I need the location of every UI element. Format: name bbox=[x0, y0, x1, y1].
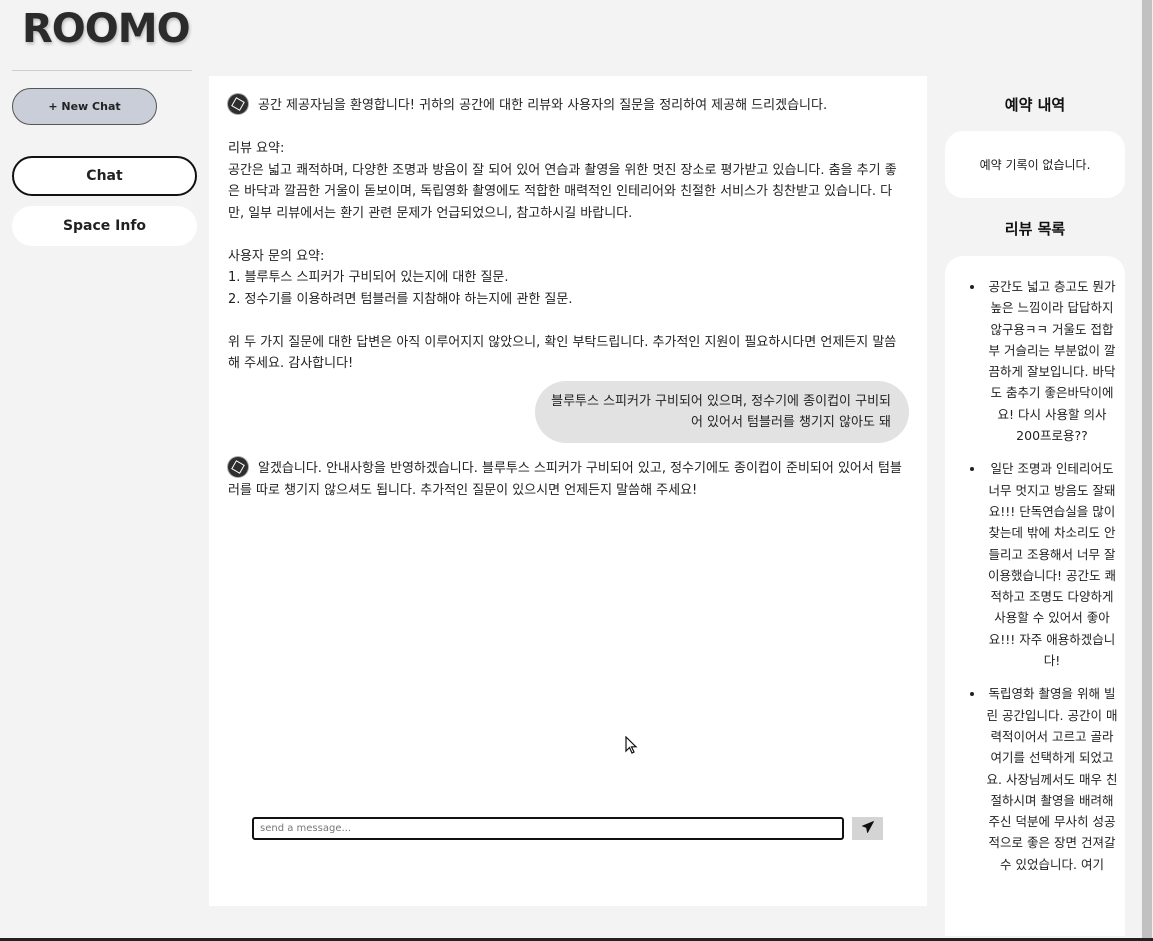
nav-space-info[interactable]: Space Info bbox=[12, 206, 197, 246]
bot-message: 알겠습니다. 안내사항을 반영하겠습니다. 블루투스 스피커가 구비되어 있고,… bbox=[228, 457, 908, 501]
message-input[interactable] bbox=[252, 817, 844, 840]
review-item: 일단 조명과 인테리어도 너무 멋지고 방음도 잘돼요!!! 단독연습실을 많이… bbox=[985, 458, 1119, 671]
page-scrollbar[interactable] bbox=[1141, 0, 1153, 941]
bot-message: 공간 제공자님을 환영합니다! 귀하의 공간에 대한 리뷰와 사용자의 질문을 … bbox=[228, 94, 908, 375]
app-logo: ROOMO bbox=[22, 6, 191, 52]
bot-avatar-icon bbox=[228, 94, 248, 114]
review-item: 공간도 넓고 층고도 뭔가 높은 느낌이라 답답하지않구용ㅋㅋ 거울도 접합부 … bbox=[985, 276, 1119, 446]
reviews-card[interactable]: 공간도 넓고 층고도 뭔가 높은 느낌이라 답답하지않구용ㅋㅋ 거울도 접합부 … bbox=[945, 256, 1125, 936]
reservations-empty-text: 예약 기록이 없습니다. bbox=[979, 158, 1091, 172]
bot-avatar-icon bbox=[228, 457, 248, 477]
reservations-card: 예약 기록이 없습니다. bbox=[945, 131, 1125, 198]
reviews-title: 리뷰 목록 bbox=[1004, 220, 1066, 238]
review-item: 독립영화 촬영을 위해 빌린 공간입니다. 공간이 매력적이어서 고르고 골라 … bbox=[985, 683, 1119, 875]
send-button[interactable] bbox=[852, 817, 883, 840]
nav-chat[interactable]: Chat bbox=[12, 156, 197, 196]
logo-divider bbox=[12, 70, 192, 71]
reservations-title: 예약 내역 bbox=[1004, 96, 1066, 114]
send-icon bbox=[861, 821, 874, 836]
bot-message-text: 알겠습니다. 안내사항을 반영하겠습니다. 블루투스 스피커가 구비되어 있고,… bbox=[228, 461, 902, 498]
chat-panel: 공간 제공자님을 환영합니다! 귀하의 공간에 대한 리뷰와 사용자의 질문을 … bbox=[209, 76, 927, 906]
new-chat-button[interactable]: + New Chat bbox=[12, 88, 157, 125]
scrollbar-thumb[interactable] bbox=[1142, 0, 1152, 941]
message-composer bbox=[252, 817, 883, 842]
reviews-list: 공간도 넓고 층고도 뭔가 높은 느낌이라 답답하지않구용ㅋㅋ 거울도 접합부 … bbox=[945, 256, 1125, 875]
bot-message-text: 공간 제공자님을 환영합니다! 귀하의 공간에 대한 리뷰와 사용자의 질문을 … bbox=[228, 98, 897, 371]
user-message: 블루투스 스피커가 구비되어 있으며, 정수기에 종이컵이 구비되어 있어서 텀… bbox=[535, 381, 909, 443]
